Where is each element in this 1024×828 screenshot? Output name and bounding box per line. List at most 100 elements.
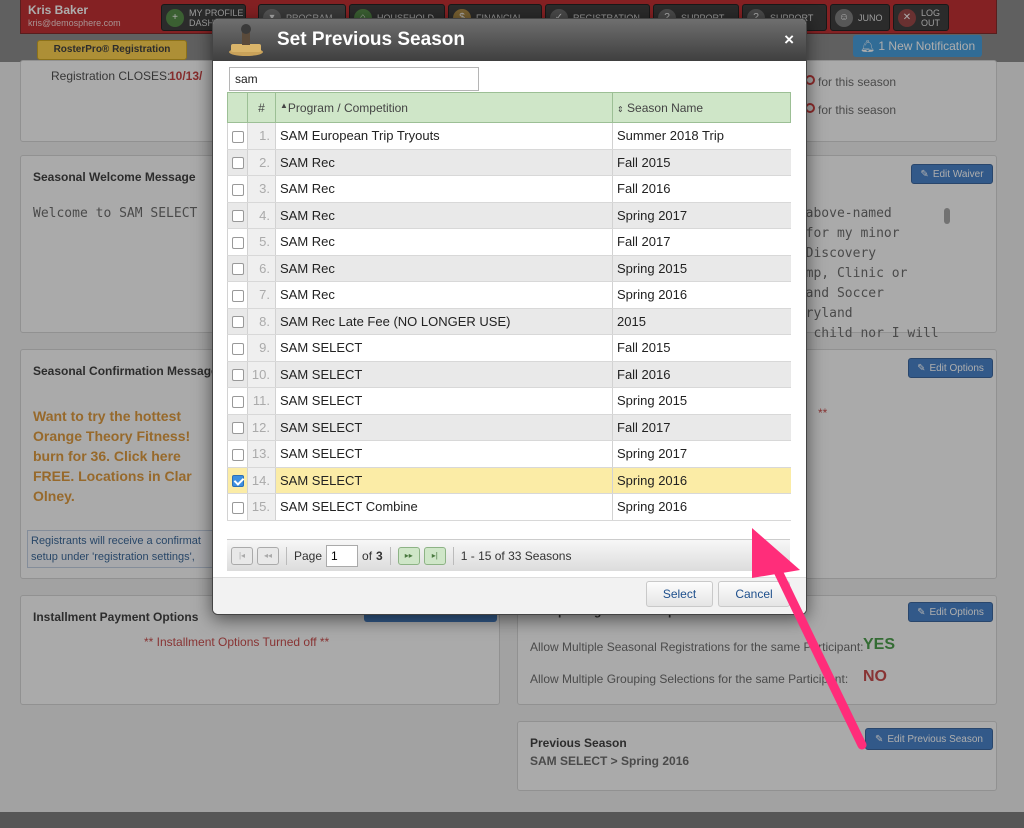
row-checkbox[interactable] (231, 130, 244, 143)
row-number: 9. (247, 334, 276, 362)
program-cell: SAM Rec (275, 281, 613, 309)
row-number: 4. (247, 202, 276, 229)
dialog-header[interactable]: Set Previous Season × (213, 19, 806, 61)
cancel-button[interactable]: Cancel (718, 581, 790, 607)
table-row[interactable]: 3. SAM Rec Fall 2016 (227, 175, 791, 203)
row-checkbox[interactable] (231, 422, 244, 435)
table-row[interactable]: 9. SAM SELECT Fall 2015 (227, 334, 791, 362)
season-cell: Spring 2016 (612, 281, 791, 309)
row-checkbox[interactable] (231, 210, 244, 223)
total-pages: 3 (376, 548, 383, 563)
pager: |◂ ◂◂ Page of 3 ▸▸ ▸| 1 - 15 of 33 Seaso… (227, 539, 790, 571)
season-cell: Spring 2016 (612, 467, 791, 494)
program-cell: SAM Rec (275, 149, 613, 176)
select-all-header (227, 92, 248, 123)
page-input[interactable] (326, 544, 359, 567)
table-row[interactable]: 4. SAM Rec Spring 2017 (227, 202, 791, 229)
program-cell: SAM SELECT (275, 334, 613, 362)
row-checkbox[interactable] (231, 342, 244, 355)
row-checkbox[interactable] (231, 448, 244, 461)
table-row[interactable]: 6. SAM Rec Spring 2015 (227, 255, 791, 282)
program-cell: SAM SELECT (275, 361, 613, 388)
table-row[interactable]: 15. SAM SELECT Combine Spring 2016 (227, 493, 791, 521)
row-number: 2. (247, 149, 276, 176)
close-icon[interactable]: × (784, 30, 794, 50)
table-row[interactable]: 14. SAM SELECT Spring 2016 (227, 467, 791, 494)
first-page-button[interactable]: |◂ (231, 546, 253, 565)
row-checkbox-cell[interactable] (227, 493, 248, 521)
table-row[interactable]: 10. SAM SELECT Fall 2016 (227, 361, 791, 388)
page-label: Page (294, 548, 323, 563)
pager-separator (389, 546, 391, 565)
row-checkbox-cell[interactable] (227, 467, 248, 494)
dialog-title: Set Previous Season (277, 29, 465, 50)
pager-summary: 1 - 15 of 33 Seasons (460, 548, 572, 563)
row-checkbox[interactable] (231, 236, 244, 249)
table-row[interactable]: 5. SAM Rec Fall 2017 (227, 228, 791, 256)
row-number: 7. (247, 281, 276, 309)
set-previous-season-dialog: Set Previous Season × # ▲Program / Compe… (212, 18, 807, 615)
row-checkbox-cell[interactable] (227, 228, 248, 256)
row-number: 3. (247, 175, 276, 203)
row-checkbox[interactable] (231, 475, 244, 488)
row-checkbox-cell[interactable] (227, 122, 248, 150)
row-checkbox[interactable] (231, 157, 244, 170)
row-checkbox-cell[interactable] (227, 202, 248, 229)
row-number: 11. (247, 387, 276, 415)
row-checkbox-cell[interactable] (227, 308, 248, 335)
season-cell: Fall 2015 (612, 149, 791, 176)
num-header: # (247, 92, 276, 123)
season-cell: Fall 2017 (612, 414, 791, 441)
prev-page-button[interactable]: ◂◂ (257, 546, 279, 565)
program-cell: SAM SELECT Combine (275, 493, 613, 521)
last-page-button[interactable]: ▸| (423, 546, 446, 565)
row-checkbox[interactable] (231, 369, 244, 382)
row-checkbox[interactable] (231, 316, 244, 329)
row-checkbox-cell[interactable] (227, 387, 248, 415)
row-checkbox-cell[interactable] (227, 255, 248, 282)
row-number: 12. (247, 414, 276, 441)
row-checkbox-cell[interactable] (227, 361, 248, 388)
row-checkbox[interactable] (231, 501, 244, 514)
program-cell: SAM SELECT (275, 467, 613, 494)
row-checkbox-cell[interactable] (227, 281, 248, 309)
table-row[interactable]: 13. SAM SELECT Spring 2017 (227, 440, 791, 468)
row-checkbox[interactable] (231, 263, 244, 276)
pager-separator (286, 546, 287, 565)
program-cell: SAM Rec (275, 228, 613, 256)
row-checkbox-cell[interactable] (227, 414, 248, 441)
row-checkbox-cell[interactable] (227, 334, 248, 362)
row-number: 1. (247, 122, 276, 150)
row-checkbox[interactable] (231, 395, 244, 408)
row-number: 8. (247, 308, 276, 335)
season-cell: Spring 2015 (612, 255, 791, 282)
table-row[interactable]: 11. SAM SELECT Spring 2015 (227, 387, 791, 415)
program-cell: SAM Rec Late Fee (NO LONGER USE) (275, 308, 613, 335)
season-cell: Spring 2017 (612, 440, 791, 468)
table-row[interactable]: 7. SAM Rec Spring 2016 (227, 281, 791, 309)
row-checkbox[interactable] (231, 183, 244, 196)
row-checkbox-cell[interactable] (227, 149, 248, 176)
table-row[interactable]: 12. SAM SELECT Fall 2017 (227, 414, 791, 441)
season-cell: Fall 2017 (612, 228, 791, 256)
table-row[interactable]: 1. SAM European Trip Tryouts Summer 2018 T… (227, 122, 791, 150)
season-cell: Spring 2017 (612, 202, 791, 229)
search-input[interactable] (229, 67, 479, 91)
stamp-icon (229, 24, 263, 56)
row-checkbox-cell[interactable] (227, 440, 248, 468)
program-header[interactable]: ▲Program / Competition (275, 92, 613, 123)
row-checkbox-cell[interactable] (227, 175, 248, 203)
row-checkbox[interactable] (231, 289, 244, 302)
select-button[interactable]: Select (646, 581, 713, 607)
season-cell: Fall 2016 (612, 175, 791, 203)
season-cell: Fall 2016 (612, 361, 791, 388)
next-page-button[interactable]: ▸▸ (397, 546, 420, 565)
program-cell: SAM Rec (275, 175, 613, 203)
row-number: 6. (247, 255, 276, 282)
season-header[interactable]: ⇕ Season Name (612, 92, 791, 123)
table-row[interactable]: 8. SAM Rec Late Fee (NO LONGER USE) 2015 (227, 308, 791, 335)
table-header-row: # ▲Program / Competition ⇕ Season Name (227, 92, 791, 123)
table-row[interactable]: 2. SAM Rec Fall 2015 (227, 149, 791, 176)
season-cell: 2015 (612, 308, 791, 335)
program-cell: SAM European Trip Tryouts (275, 122, 613, 150)
